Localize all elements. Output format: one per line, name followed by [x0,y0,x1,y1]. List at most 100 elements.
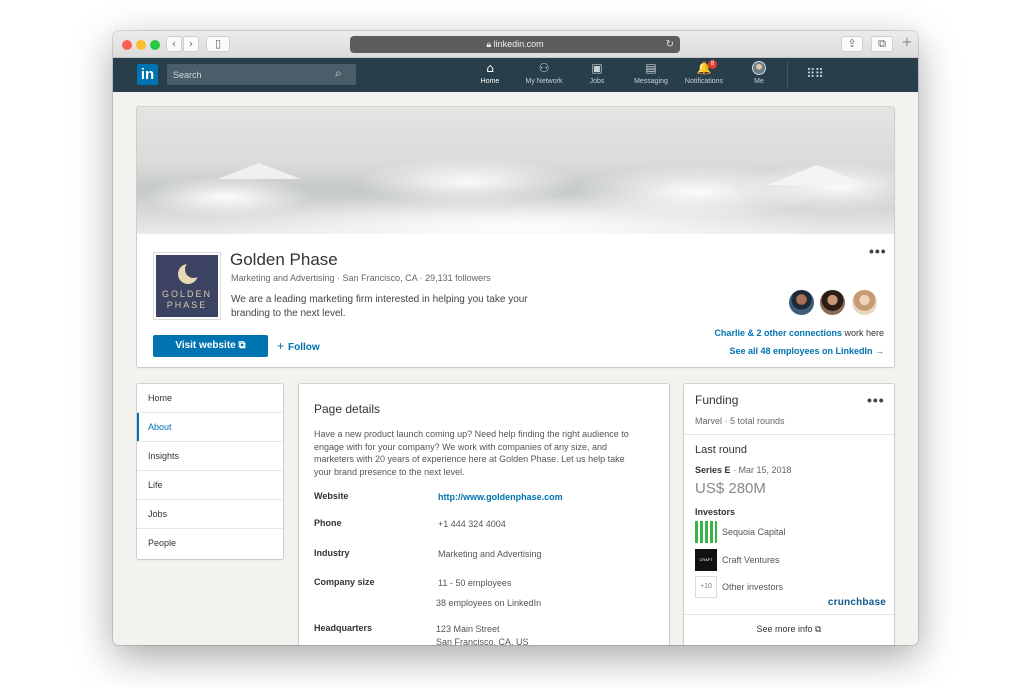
nav-my-network-label: My Network [525,78,563,85]
investor-name[interactable]: Other investors [722,582,783,592]
home-icon: ⌂ [486,61,494,75]
mountain-peak [767,165,867,185]
nav-messaging[interactable]: ▤ Messaging [621,61,681,85]
connections-link[interactable]: Charlie & 2 other connections [714,328,842,338]
leftnav-item-home[interactable]: Home [137,384,283,413]
detail-label: Phone [314,518,342,528]
investor-row[interactable]: +10 Other investors [695,576,885,598]
follow-label: Follow [288,342,320,353]
back-button[interactable]: ‹ [166,36,182,52]
share-icon: ⇪ [847,37,857,50]
zoom-window-button[interactable] [150,40,160,50]
search-icon[interactable]: ⌕ [335,66,342,81]
chevron-left-icon: ‹ [171,37,177,50]
more-options-icon[interactable]: ••• [869,243,887,259]
leftnav-item-people[interactable]: People [137,529,283,558]
logo-text-line1: GOLDEN [161,289,212,299]
company-header-card: GOLDEN PHASE Golden Phase Marketing and … [137,107,894,367]
crunchbase-logo[interactable]: crunchbase [828,597,886,608]
detail-label: Website [314,491,349,501]
logo-text-line2: PHASE [166,300,208,310]
reload-icon[interactable]: ↻ [666,36,674,53]
funding-subtitle: Marvel · 5 total rounds [695,416,785,426]
series-info: Series E · Mar 15, 2018 [695,465,792,475]
nav-notifications[interactable]: 🔔 8 Notifications [674,60,734,85]
nav-notifications-label: Notifications [684,78,724,85]
avatar[interactable] [787,288,816,317]
nav-home[interactable]: ⌂ Home [460,61,520,85]
divider [684,434,894,435]
series-name: Series E [695,465,731,475]
forward-button[interactable]: › [183,36,199,52]
messaging-icon: ▤ [645,61,657,75]
website-link[interactable]: http://www.goldenphase.com [438,491,563,503]
avatar[interactable] [818,288,847,317]
connections-suffix: work here [841,328,884,338]
company-name: Golden Phase [230,250,338,269]
top-nav: in ⌕ ⌂ Home ⚇ My Network ▣ Jobs ▤ Messag… [113,58,918,92]
new-tab-button[interactable]: + [899,36,915,52]
network-icon: ⚇ [538,61,550,75]
other-investors-count: +10 [695,576,717,598]
investor-row[interactable]: CRAFT Craft Ventures [695,549,885,571]
series-date: · Mar 15, 2018 [730,465,792,475]
page-details-about: Have a new product launch coming up? Nee… [314,429,629,477]
nav-jobs-label: Jobs [589,78,605,85]
company-page-nav: Home About Insights Life Jobs People [137,384,283,559]
funding-title: Funding [695,393,739,407]
nav-me-label: Me [754,78,764,85]
linkedin-logo[interactable]: in [137,64,158,85]
funding-card: Funding ••• Marvel · 5 total rounds Last… [684,384,894,645]
detail-value: +1 444 324 4004 [438,519,506,529]
nav-me[interactable]: Me [729,61,789,85]
company-description: We are a leading marketing firm interest… [231,294,528,319]
leftnav-item-insights[interactable]: Insights [137,442,283,471]
search-input[interactable] [167,64,356,85]
nav-jobs[interactable]: ▣ Jobs [567,61,627,85]
see-more-info-link[interactable]: See more info ⧉ [684,624,894,635]
investor-row[interactable]: Sequoia Capital [695,521,885,543]
detail-value: 123 Main Street [436,624,500,634]
leftnav-item-jobs[interactable]: Jobs [137,500,283,529]
page-details-title: Page details [314,402,381,416]
see-all-employees-link[interactable]: See all 48 employees on LinkedIn → [729,346,884,356]
tabs-icon: ⧉ [878,37,886,50]
detail-label: Industry [314,548,350,558]
more-options-icon[interactable]: ••• [867,392,885,408]
leftnav-item-life[interactable]: Life [137,471,283,500]
me-avatar [752,61,766,75]
close-window-button[interactable] [122,40,132,50]
funding-amount: US$ 280M [695,480,766,497]
investor-name[interactable]: Craft Ventures [722,555,780,565]
avatar[interactable] [850,288,879,317]
nav-my-network[interactable]: ⚇ My Network [514,61,574,85]
leftnav-item-about[interactable]: About [137,413,283,442]
chevron-right-icon: › [188,37,194,50]
investors-label: Investors [695,507,736,517]
visit-website-button[interactable]: Visit website ⧉ [153,335,268,357]
follow-button[interactable]: + Follow [277,339,320,353]
share-button[interactable]: ⇪ [841,36,863,52]
company-logo[interactable]: GOLDEN PHASE [154,253,220,319]
investor-name[interactable]: Sequoia Capital [722,527,786,537]
moon-icon [178,261,202,284]
apps-grid-icon[interactable]: ⠿⠿ [806,67,824,82]
mountain-peak [217,163,301,179]
detail-value: Marketing and Advertising [438,549,542,559]
sidebar-icon: ▯ [214,37,222,50]
nav-messaging-label: Messaging [634,78,668,85]
connections-line: Charlie & 2 other connections work here [714,328,884,338]
address-bar[interactable]: 🔒︎ linkedin.com ↻ [350,36,680,53]
tabs-overview-button[interactable]: ⧉ [871,36,893,52]
craft-ventures-logo: CRAFT [695,549,717,571]
page-details-card: Page details Have a new product launch c… [299,384,669,645]
url-text: linkedin.com [493,39,544,49]
minimize-window-button[interactable] [136,40,146,50]
detail-label: Company size [314,577,375,587]
sequoia-logo [695,521,717,543]
company-meta: Marketing and Advertising · San Francisc… [231,273,491,283]
sidebar-toggle-button[interactable]: ▯ [206,36,230,52]
divider [684,614,894,615]
connection-avatars[interactable] [787,288,887,318]
plus-icon: + [277,339,285,353]
